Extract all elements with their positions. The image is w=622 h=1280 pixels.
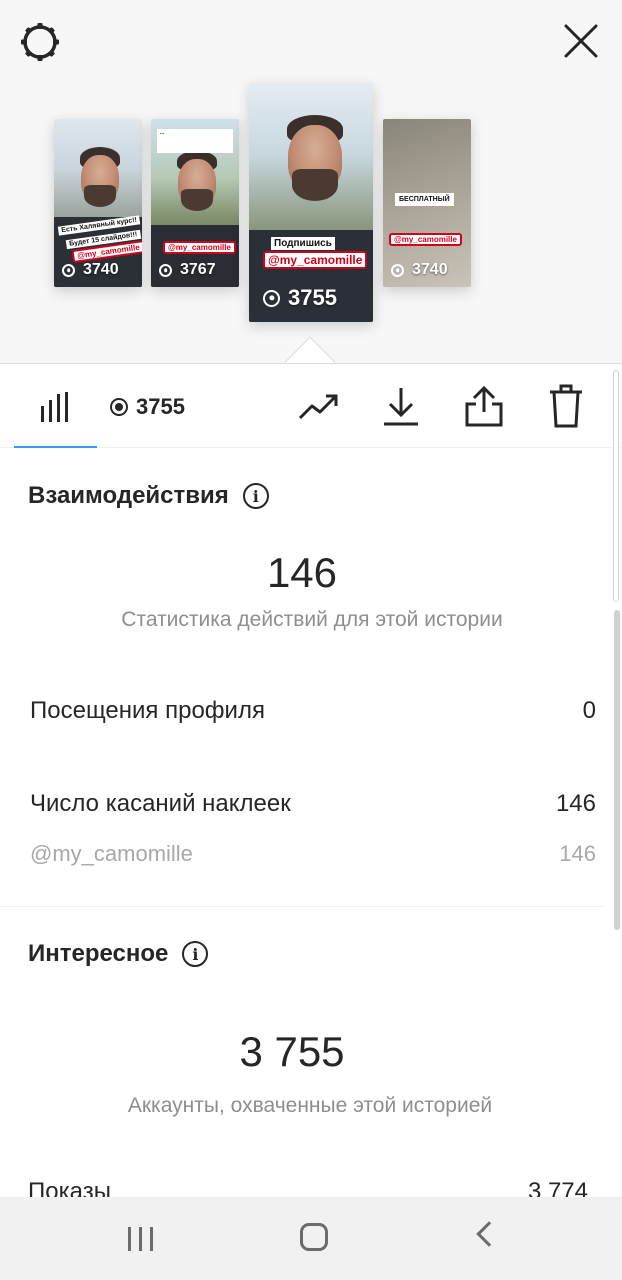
story-thumbnail[interactable]: БЕСПЛАТНЫЙ @my_camomille 3740 [383,119,471,287]
back-icon[interactable] [476,1221,502,1247]
discovery-title: Интересное i [28,940,209,968]
trash-icon[interactable] [548,384,584,428]
eye-icon [159,263,172,277]
bar-chart-icon[interactable] [40,392,72,422]
interactions-total: 146 [266,549,338,596]
stat-row-mention: @my_camomille 146 [30,841,596,866]
eye-icon [62,263,75,277]
info-icon[interactable]: i [242,483,269,509]
story-view-count: 3767 [159,261,239,279]
close-icon[interactable] [560,20,602,62]
interactions-caption: Статистика действий для этой истории [121,608,503,631]
home-icon[interactable] [300,1223,328,1251]
story-thumbnail-selected[interactable]: Подпишись @my_camomille 3755 [249,83,373,322]
trending-up-icon[interactable] [298,392,340,422]
system-nav-bar [0,1197,622,1280]
gear-icon[interactable] [18,20,62,64]
stats-toolbar: 3755 [0,364,622,448]
stat-row-profile-visits: Посещения профиля 0 [30,697,596,724]
interactions-title: Взаимодействия i [28,482,269,510]
story-sticker-text: Подпишись [271,237,335,250]
story-thumbnail[interactable]: Есть Халявный курс!! Будет 15 слайдов!!!… [54,119,142,287]
viewers-count: 3755 [136,394,185,419]
section-divider [0,906,604,907]
info-icon[interactable]: i [182,941,209,967]
story-sticker-text: ... [157,129,233,153]
eye-icon [110,398,128,416]
share-icon[interactable] [464,384,504,428]
discovery-caption: Аккаунты, охваченные этой историей [127,1094,493,1117]
story-mention-tag: @my_camomille [163,241,236,254]
stat-row-sticker-taps: Число касаний наклеек 146 [30,790,596,817]
download-icon[interactable] [382,386,420,426]
story-view-count: 3740 [391,261,471,279]
scrollbar-thumb[interactable] [614,610,620,930]
eye-icon [263,289,280,307]
story-mention-tag: @my_camomille [389,233,462,246]
discovery-total: 3 755 [239,1028,345,1075]
story-sticker-text: БЕСПЛАТНЫЙ [395,193,454,206]
eye-icon [391,263,404,277]
scrollbar-track[interactable] [613,370,619,602]
tab-viewers[interactable]: 3755 [110,394,185,420]
story-mention-tag: @my_camomille [263,251,368,269]
story-carousel-area: Есть Халявный курс!! Будет 15 слайдов!!!… [0,0,622,364]
story-view-count: 3755 [263,285,373,311]
story-thumbnail[interactable]: ... @my_camomille 3767 [151,119,239,287]
recent-apps-icon[interactable] [128,1227,153,1251]
story-view-count: 3740 [62,261,142,279]
